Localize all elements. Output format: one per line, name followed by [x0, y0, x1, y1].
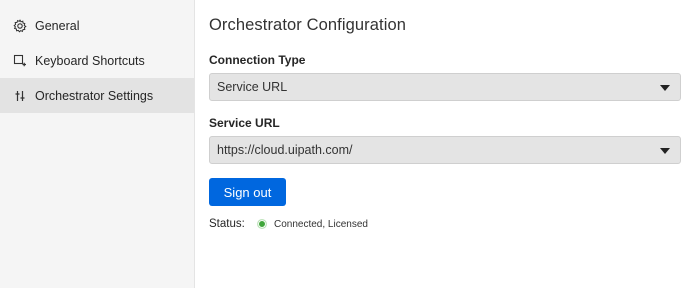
chevron-down-icon: [660, 85, 670, 91]
sidebar-item-orchestrator-settings[interactable]: Orchestrator Settings: [0, 78, 194, 113]
keyboard-shortcut-icon: [13, 54, 27, 68]
sidebar-item-label: Orchestrator Settings: [35, 88, 154, 103]
main-panel: Orchestrator Configuration Connection Ty…: [195, 0, 690, 288]
sign-out-button[interactable]: Sign out: [209, 178, 286, 206]
service-url-select[interactable]: https://cloud.uipath.com/: [209, 136, 681, 164]
chevron-down-icon: [660, 148, 670, 154]
connection-type-label: Connection Type: [209, 53, 306, 67]
orchestrator-settings-icon: [13, 89, 27, 103]
connection-type-value: Service URL: [217, 80, 288, 94]
status-label: Status:: [209, 218, 245, 230]
sidebar: General Keyboard Shortcuts Orchestrator …: [0, 0, 195, 288]
service-url-label: Service URL: [209, 116, 280, 130]
status-value: Connected, Licensed: [274, 218, 368, 230]
settings-window: General Keyboard Shortcuts Orchestrator …: [0, 0, 690, 288]
status-indicator-icon: [257, 219, 267, 229]
gear-icon: [13, 18, 27, 33]
sidebar-item-keyboard-shortcuts[interactable]: Keyboard Shortcuts: [0, 43, 194, 78]
connection-type-select[interactable]: Service URL: [209, 73, 681, 101]
sidebar-item-label: Keyboard Shortcuts: [35, 53, 145, 68]
sidebar-item-general[interactable]: General: [0, 8, 194, 43]
status-row: Status: Connected, Licensed: [209, 218, 681, 230]
service-url-value: https://cloud.uipath.com/: [217, 143, 353, 157]
sidebar-item-label: General: [35, 18, 80, 33]
page-title: Orchestrator Configuration: [209, 16, 407, 34]
